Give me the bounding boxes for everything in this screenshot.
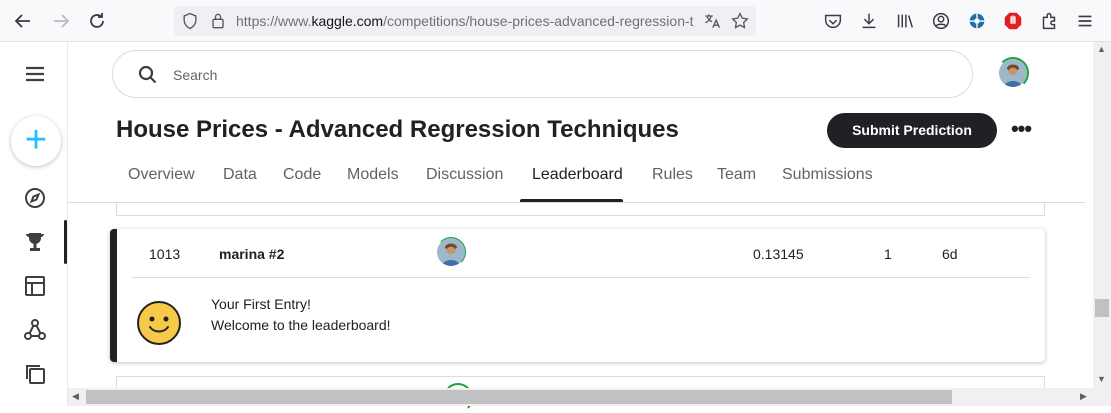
my-entry-row: 1013 marina #2 0.13145 1 6d Your First E…: [110, 229, 1045, 362]
vertical-scroll-thumb[interactable]: [1095, 299, 1109, 317]
scroll-up-icon[interactable]: ▲: [1097, 44, 1106, 54]
account-icon[interactable]: [930, 10, 952, 32]
search-input[interactable]: [173, 63, 873, 87]
menu-icon[interactable]: [1074, 10, 1096, 32]
tab-team[interactable]: Team: [705, 166, 756, 202]
competitions-icon[interactable]: [22, 229, 48, 255]
download-icon[interactable]: [858, 10, 880, 32]
tab-discussion[interactable]: Discussion: [414, 166, 503, 202]
tab-leaderboard[interactable]: Leaderboard: [520, 166, 623, 202]
sidebar-menu-icon[interactable]: [22, 61, 48, 87]
active-indicator: [64, 220, 67, 264]
translate-icon[interactable]: [702, 11, 722, 31]
browser-toolbar: https://www.kaggle.com/competitions/hous…: [0, 0, 1111, 42]
scroll-left-icon[interactable]: ◀: [72, 391, 79, 402]
bookmark-star-icon[interactable]: [730, 11, 750, 31]
back-icon[interactable]: [11, 9, 35, 33]
search-bar[interactable]: [112, 50, 973, 98]
url-text[interactable]: https://www.kaggle.com/competitions/hous…: [236, 13, 698, 29]
tab-code[interactable]: Code: [271, 166, 321, 202]
rank-cell: 1013: [149, 246, 181, 262]
first-entry-message: Welcome to the leaderboard!: [211, 317, 391, 333]
first-entry-title: Your First Entry!: [211, 296, 311, 312]
team-name-cell[interactable]: marina #2: [219, 246, 284, 262]
library-icon[interactable]: [894, 10, 916, 32]
row-divider: [132, 277, 1030, 278]
code-icon[interactable]: [22, 361, 48, 387]
user-avatar[interactable]: [999, 59, 1027, 87]
smiley-icon: [136, 300, 182, 346]
lock-icon[interactable]: [208, 11, 228, 31]
address-bar[interactable]: https://www.kaggle.com/competitions/hous…: [174, 6, 756, 36]
pocket-icon[interactable]: [822, 10, 844, 32]
last-submission-cell: 6d: [942, 246, 958, 262]
explore-icon[interactable]: [22, 185, 48, 211]
create-button[interactable]: +: [11, 116, 61, 166]
score-cell: 0.13145: [753, 246, 804, 262]
extension-icon[interactable]: [966, 10, 988, 32]
horizontal-scroll-thumb[interactable]: [86, 390, 952, 404]
search-icon: [137, 64, 159, 86]
models-icon[interactable]: [22, 317, 48, 343]
scroll-corner: [1093, 388, 1111, 406]
tab-overview[interactable]: Overview: [116, 166, 195, 202]
vertical-scrollbar[interactable]: ▲ ▼: [1093, 42, 1111, 388]
page-title: House Prices - Advanced Regression Techn…: [116, 116, 679, 143]
submit-prediction-button[interactable]: Submit Prediction: [827, 113, 997, 148]
datasets-icon[interactable]: [22, 273, 48, 299]
adblock-icon[interactable]: [1002, 10, 1024, 32]
create-icon: +: [24, 119, 48, 161]
forward-icon[interactable]: [49, 9, 73, 33]
scroll-down-icon[interactable]: ▼: [1097, 374, 1106, 384]
leaderboard-row-next: [116, 376, 1045, 413]
tab-models[interactable]: Models: [335, 166, 399, 202]
tab-rules[interactable]: Rules: [640, 166, 693, 202]
extensions-puzzle-icon[interactable]: [1038, 10, 1060, 32]
kaggle-sidebar: +: [0, 42, 68, 406]
entries-cell: 1: [884, 246, 892, 262]
team-avatar[interactable]: [437, 238, 465, 266]
scroll-right-icon[interactable]: ▶: [1080, 391, 1087, 402]
row-accent-bar: [110, 229, 117, 362]
leaderboard-row-previous: [116, 203, 1045, 216]
more-options-icon[interactable]: •••: [1008, 118, 1034, 142]
shield-icon[interactable]: [180, 11, 200, 31]
tab-data[interactable]: Data: [211, 166, 257, 202]
reload-icon[interactable]: [85, 9, 109, 33]
tab-submissions[interactable]: Submissions: [770, 166, 873, 202]
horizontal-scrollbar[interactable]: ◀ ▶: [68, 388, 1093, 406]
